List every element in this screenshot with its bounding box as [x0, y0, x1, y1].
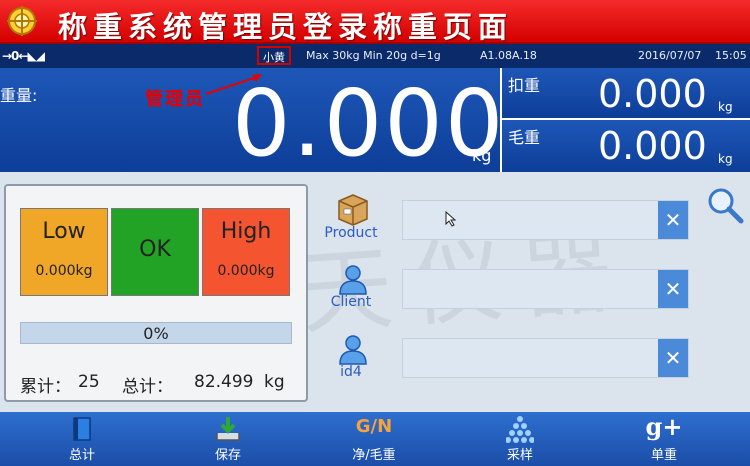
ok-status-box: OK [111, 208, 199, 296]
product-field[interactable]: ✕ [402, 200, 689, 240]
high-value: 0.000kg [217, 263, 275, 279]
total-label: 总计： [122, 377, 173, 397]
sample-button-label: 采样 [506, 448, 533, 463]
gross-label: 毛重 [508, 128, 541, 147]
target-logo-icon [7, 6, 37, 36]
unit-weight-button[interactable]: g+ 单重 [624, 412, 704, 466]
tare-display: 扣重 0.000 kg [502, 68, 750, 118]
gross-display: 毛重 0.000 kg [502, 120, 750, 172]
low-limit-box[interactable]: Low 0.000kg [20, 208, 108, 296]
total-unit: kg [264, 372, 285, 392]
current-user-badge[interactable]: 小黄 [257, 46, 291, 65]
total-button[interactable]: 总计 [42, 412, 122, 466]
status-time: 15:05 [715, 49, 747, 62]
main-weight-unit: kg [472, 146, 492, 165]
product-label: Product [324, 225, 378, 241]
g-plus-icon: g+ [645, 412, 683, 441]
high-limit-box[interactable]: High 0.000kg [202, 208, 290, 296]
total-button-label: 总计 [68, 448, 95, 463]
weight-display: 重量: 管理员 0.000 kg [0, 68, 503, 177]
total-value: 82.499 [194, 372, 254, 392]
id4-label: id4 [340, 364, 362, 380]
tare-label: 扣重 [508, 76, 541, 95]
page-title: 称重系统管理员登录称重页面 [58, 10, 514, 44]
save-download-icon [216, 417, 240, 441]
check-weigh-card: Low 0.000kg OK High 0.000kg 0% 累计： 25 总计… [4, 184, 308, 402]
weight-label: 重量: [0, 86, 38, 105]
net-gross-button-label: 净/毛重 [352, 448, 396, 463]
firmware-version: A1.08A.18 [480, 49, 537, 62]
admin-annotation: 管理员 [145, 89, 205, 110]
count-value: 25 [78, 372, 100, 392]
title-banner: 称重系统管理员登录称重页面 [0, 0, 750, 44]
user-icon [339, 265, 367, 295]
status-date: 2016/07/07 [638, 49, 702, 62]
client-field[interactable]: ✕ [402, 269, 689, 309]
gross-value: 0.000 [598, 124, 707, 168]
progress-bar: 0% [20, 322, 292, 344]
stack-dots-icon [506, 416, 534, 443]
client-clear-button[interactable]: ✕ [658, 270, 688, 308]
search-icon[interactable] [706, 186, 744, 224]
zero-stable-indicator: →0←◣◢ [2, 49, 45, 63]
gross-unit: kg [718, 152, 733, 166]
main-weight-value: 0.000 [232, 70, 506, 177]
gn-text-icon: G/N [355, 416, 393, 437]
scale-spec: Max 30kg Min 20g d=1g [306, 49, 441, 62]
work-area: 巨天仪器 Low 0.000kg OK High 0.000kg 0% 累计： … [0, 172, 750, 412]
net-gross-button[interactable]: G/N 净/毛重 [334, 412, 414, 466]
bottom-toolbar: 总计 保存 G/N 净/毛重 采样 g+ 单重 [0, 412, 750, 466]
low-label: Low [42, 219, 86, 244]
tare-unit: kg [718, 100, 733, 114]
sample-button[interactable]: 采样 [480, 412, 560, 466]
progress-percent: 0% [143, 324, 169, 343]
product-box-icon [338, 194, 368, 226]
book-icon [73, 417, 91, 441]
status-bar: →0←◣◢ 小黄 Max 30kg Min 20g d=1g A1.08A.18… [0, 44, 750, 68]
save-button[interactable]: 保存 [188, 412, 268, 466]
count-label: 累计： [20, 377, 71, 397]
client-label: Client [330, 294, 372, 310]
product-clear-button[interactable]: ✕ [658, 201, 688, 239]
tare-value: 0.000 [598, 72, 707, 116]
high-label: High [220, 219, 272, 244]
ok-label: OK [139, 237, 171, 262]
mouse-cursor-icon [445, 211, 457, 227]
id4-field[interactable]: ✕ [402, 338, 689, 378]
unit-weight-button-label: 单重 [650, 448, 677, 463]
low-value: 0.000kg [35, 263, 93, 279]
user-icon [339, 335, 367, 365]
save-button-label: 保存 [214, 448, 241, 463]
id4-clear-button[interactable]: ✕ [658, 339, 688, 377]
